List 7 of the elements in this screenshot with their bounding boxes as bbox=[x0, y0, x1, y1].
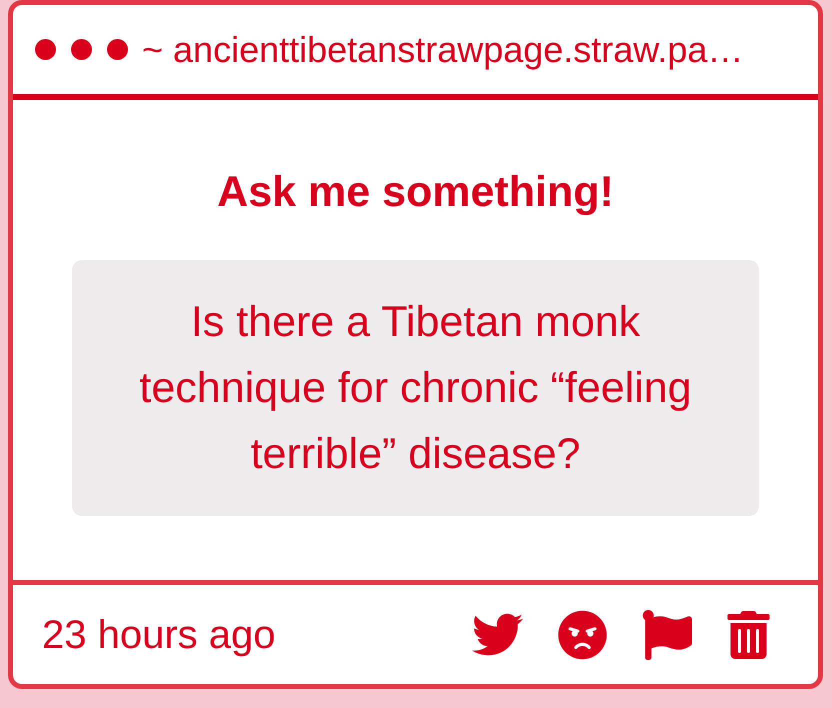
heading: Ask me something! bbox=[217, 167, 614, 218]
trash-icon[interactable] bbox=[727, 610, 770, 658]
question-text: Is there a Tibetan monk technique for chronic “feeling terrible” disease? bbox=[138, 297, 693, 480]
flag-icon[interactable] bbox=[642, 610, 692, 660]
timestamp: 23 hours ago bbox=[42, 612, 276, 658]
window-title: ~ ancienttibetanstrawpage.straw.pa… bbox=[142, 28, 744, 72]
angry-face-icon[interactable] bbox=[558, 610, 607, 660]
